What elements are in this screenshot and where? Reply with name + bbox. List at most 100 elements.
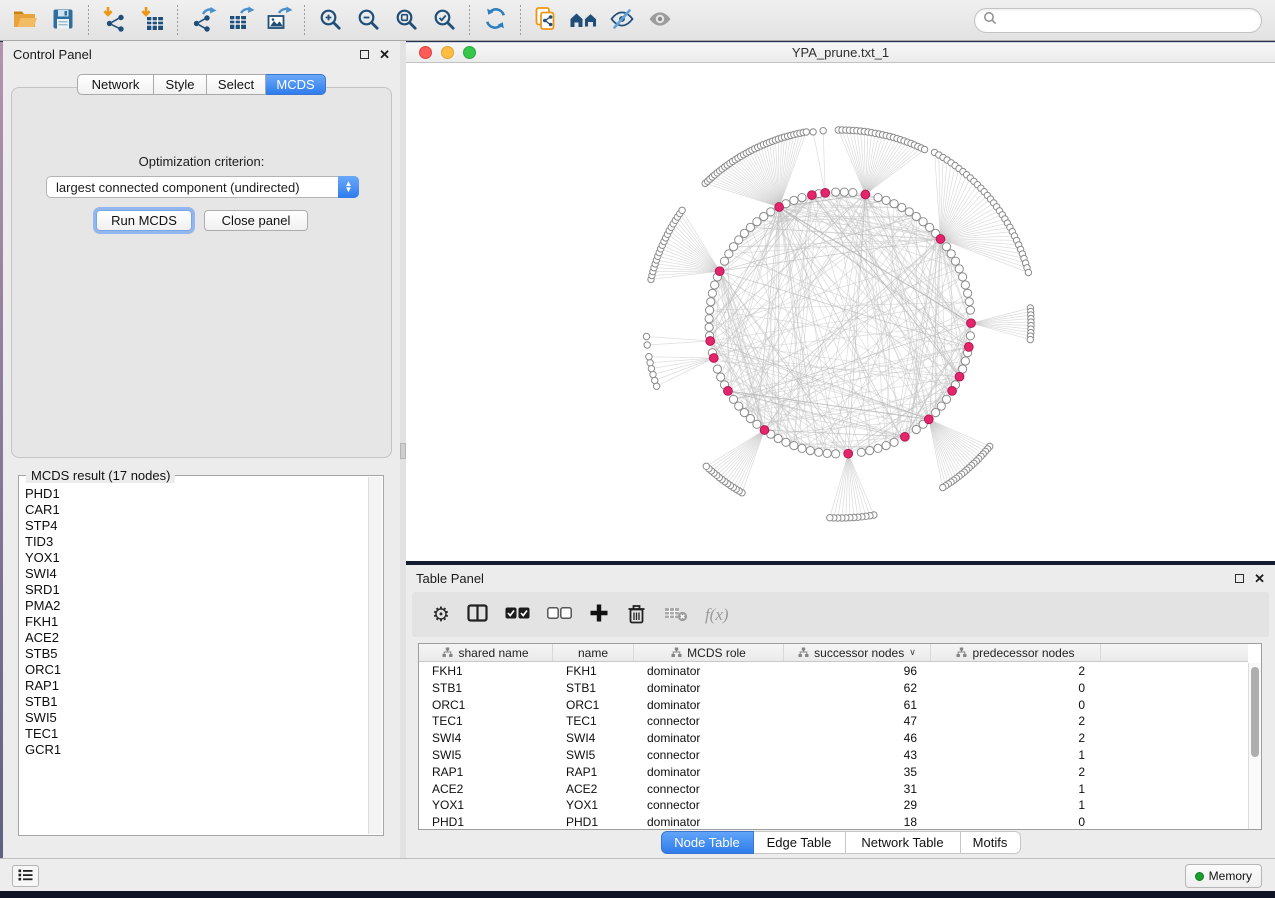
select-all-button[interactable] <box>505 607 530 622</box>
network-node[interactable] <box>840 188 848 196</box>
table-row[interactable]: SWI5SWI5connector431 <box>419 747 1248 764</box>
close-panel-button[interactable]: Close panel <box>204 210 308 231</box>
column-header-successor-nodes[interactable]: successor nodes∨ <box>784 644 931 661</box>
network-node[interactable] <box>827 515 833 521</box>
network-node[interactable] <box>1025 269 1031 275</box>
task-history-button[interactable] <box>12 865 39 887</box>
mcds-result-item[interactable]: CAR1 <box>25 502 368 518</box>
export-image-button[interactable] <box>260 2 298 38</box>
float-panel-icon[interactable] <box>360 50 369 59</box>
network-hub-node[interactable] <box>901 432 910 441</box>
tab-node-table[interactable]: Node Table <box>661 831 754 854</box>
network-node[interactable] <box>921 146 927 152</box>
network-node[interactable] <box>965 298 973 306</box>
network-window-titlebar[interactable]: YPA_prune.txt_1 <box>406 42 1275 63</box>
table-row[interactable]: RAP1RAP1dominator352 <box>419 764 1248 781</box>
network-node[interactable] <box>720 257 728 265</box>
network-node[interactable] <box>705 323 713 331</box>
column-header-name[interactable]: name <box>553 644 634 661</box>
network-node[interactable] <box>866 447 874 455</box>
mcds-result-item[interactable]: PMA2 <box>25 598 368 614</box>
network-hub-node[interactable] <box>861 190 870 199</box>
column-header-mcds-role[interactable]: MCDS role <box>634 644 784 661</box>
table-settings-button[interactable]: ⚙ <box>432 605 450 625</box>
table-row[interactable]: PHD1PHD1dominator180 <box>419 814 1248 829</box>
network-node[interactable] <box>806 447 814 455</box>
network-node[interactable] <box>832 188 840 196</box>
table-row[interactable]: ORC1ORC1dominator610 <box>419 697 1248 714</box>
network-hub-node[interactable] <box>821 188 830 197</box>
export-network-button[interactable] <box>184 2 222 38</box>
table-row[interactable]: TEC1TEC1connector472 <box>419 713 1248 730</box>
refresh-layout-button[interactable] <box>476 2 514 38</box>
network-hub-node[interactable] <box>924 415 933 424</box>
tab-network[interactable]: Network <box>77 74 154 95</box>
network-node[interactable] <box>798 444 806 452</box>
network-node[interactable] <box>729 395 737 403</box>
run-mcds-button[interactable]: Run MCDS <box>96 210 192 231</box>
mcds-result-item[interactable]: STB5 <box>25 646 368 662</box>
close-panel-icon[interactable]: ✕ <box>1254 572 1265 585</box>
float-panel-icon[interactable] <box>1235 574 1244 583</box>
network-node[interactable] <box>790 442 798 450</box>
mcds-result-item[interactable]: ACE2 <box>25 630 368 646</box>
mcds-result-item[interactable]: TID3 <box>25 534 368 550</box>
table-row[interactable]: SWI4SWI4dominator462 <box>419 730 1248 747</box>
network-node[interactable] <box>882 196 890 204</box>
network-node[interactable] <box>708 289 716 297</box>
import-network-button[interactable] <box>95 2 133 38</box>
mcds-result-item[interactable]: YOX1 <box>25 550 368 566</box>
network-node[interactable] <box>760 212 768 220</box>
network-hub-node[interactable] <box>967 319 976 328</box>
zoom-in-button[interactable] <box>311 2 349 38</box>
create-column-button[interactable] <box>589 603 609 626</box>
network-hub-node[interactable] <box>775 203 784 212</box>
table-row[interactable]: ACE2ACE2connector311 <box>419 781 1248 798</box>
zoom-out-button[interactable] <box>349 2 387 38</box>
network-node[interactable] <box>955 265 963 273</box>
tab-mcds[interactable]: MCDS <box>266 74 326 95</box>
network-node[interactable] <box>964 289 972 297</box>
network-hub-node[interactable] <box>948 387 957 396</box>
mcds-result-item[interactable]: SWI5 <box>25 710 368 726</box>
mcds-result-item[interactable]: STP4 <box>25 518 368 534</box>
network-node[interactable] <box>648 365 654 371</box>
network-node[interactable] <box>940 484 946 490</box>
optimization-criterion-select[interactable]: largest connected component (undirected)… <box>46 176 359 198</box>
network-node[interactable] <box>966 306 974 314</box>
mcds-result-item[interactable]: STB1 <box>25 694 368 710</box>
network-node[interactable] <box>961 281 969 289</box>
mcds-result-item[interactable]: RAP1 <box>25 678 368 694</box>
network-hub-node[interactable] <box>760 426 769 435</box>
network-node[interactable] <box>790 196 798 204</box>
network-hub-node[interactable] <box>808 191 817 200</box>
tab-motifs[interactable]: Motifs <box>961 831 1021 854</box>
network-node[interactable] <box>643 333 649 339</box>
table-row[interactable]: STB1STB1dominator620 <box>419 680 1248 697</box>
network-node[interactable] <box>882 442 890 450</box>
network-node[interactable] <box>890 438 898 446</box>
clone-network-button[interactable] <box>527 2 565 38</box>
network-node[interactable] <box>961 357 969 365</box>
network-node[interactable] <box>874 444 882 452</box>
network-node[interactable] <box>857 448 865 456</box>
first-neighbors-button[interactable] <box>565 2 603 38</box>
mcds-result-item[interactable]: ORC1 <box>25 662 368 678</box>
mcds-result-item[interactable]: FKH1 <box>25 614 368 630</box>
network-node[interactable] <box>912 425 920 433</box>
network-node[interactable] <box>706 306 714 314</box>
network-node[interactable] <box>679 207 685 213</box>
network-node[interactable] <box>644 342 650 348</box>
table-row[interactable]: YOX1YOX1connector291 <box>419 797 1248 814</box>
network-node[interactable] <box>753 420 761 428</box>
network-node[interactable] <box>905 208 913 216</box>
network-node[interactable] <box>919 218 927 226</box>
network-hub-node[interactable] <box>706 337 715 346</box>
search-box[interactable] <box>974 8 1262 33</box>
delete-column-button[interactable] <box>626 603 647 627</box>
mcds-list-scrollbar[interactable] <box>368 477 382 834</box>
network-node[interactable] <box>798 194 806 202</box>
open-file-button[interactable] <box>6 2 44 38</box>
network-node[interactable] <box>810 129 816 135</box>
network-node[interactable] <box>898 203 906 211</box>
